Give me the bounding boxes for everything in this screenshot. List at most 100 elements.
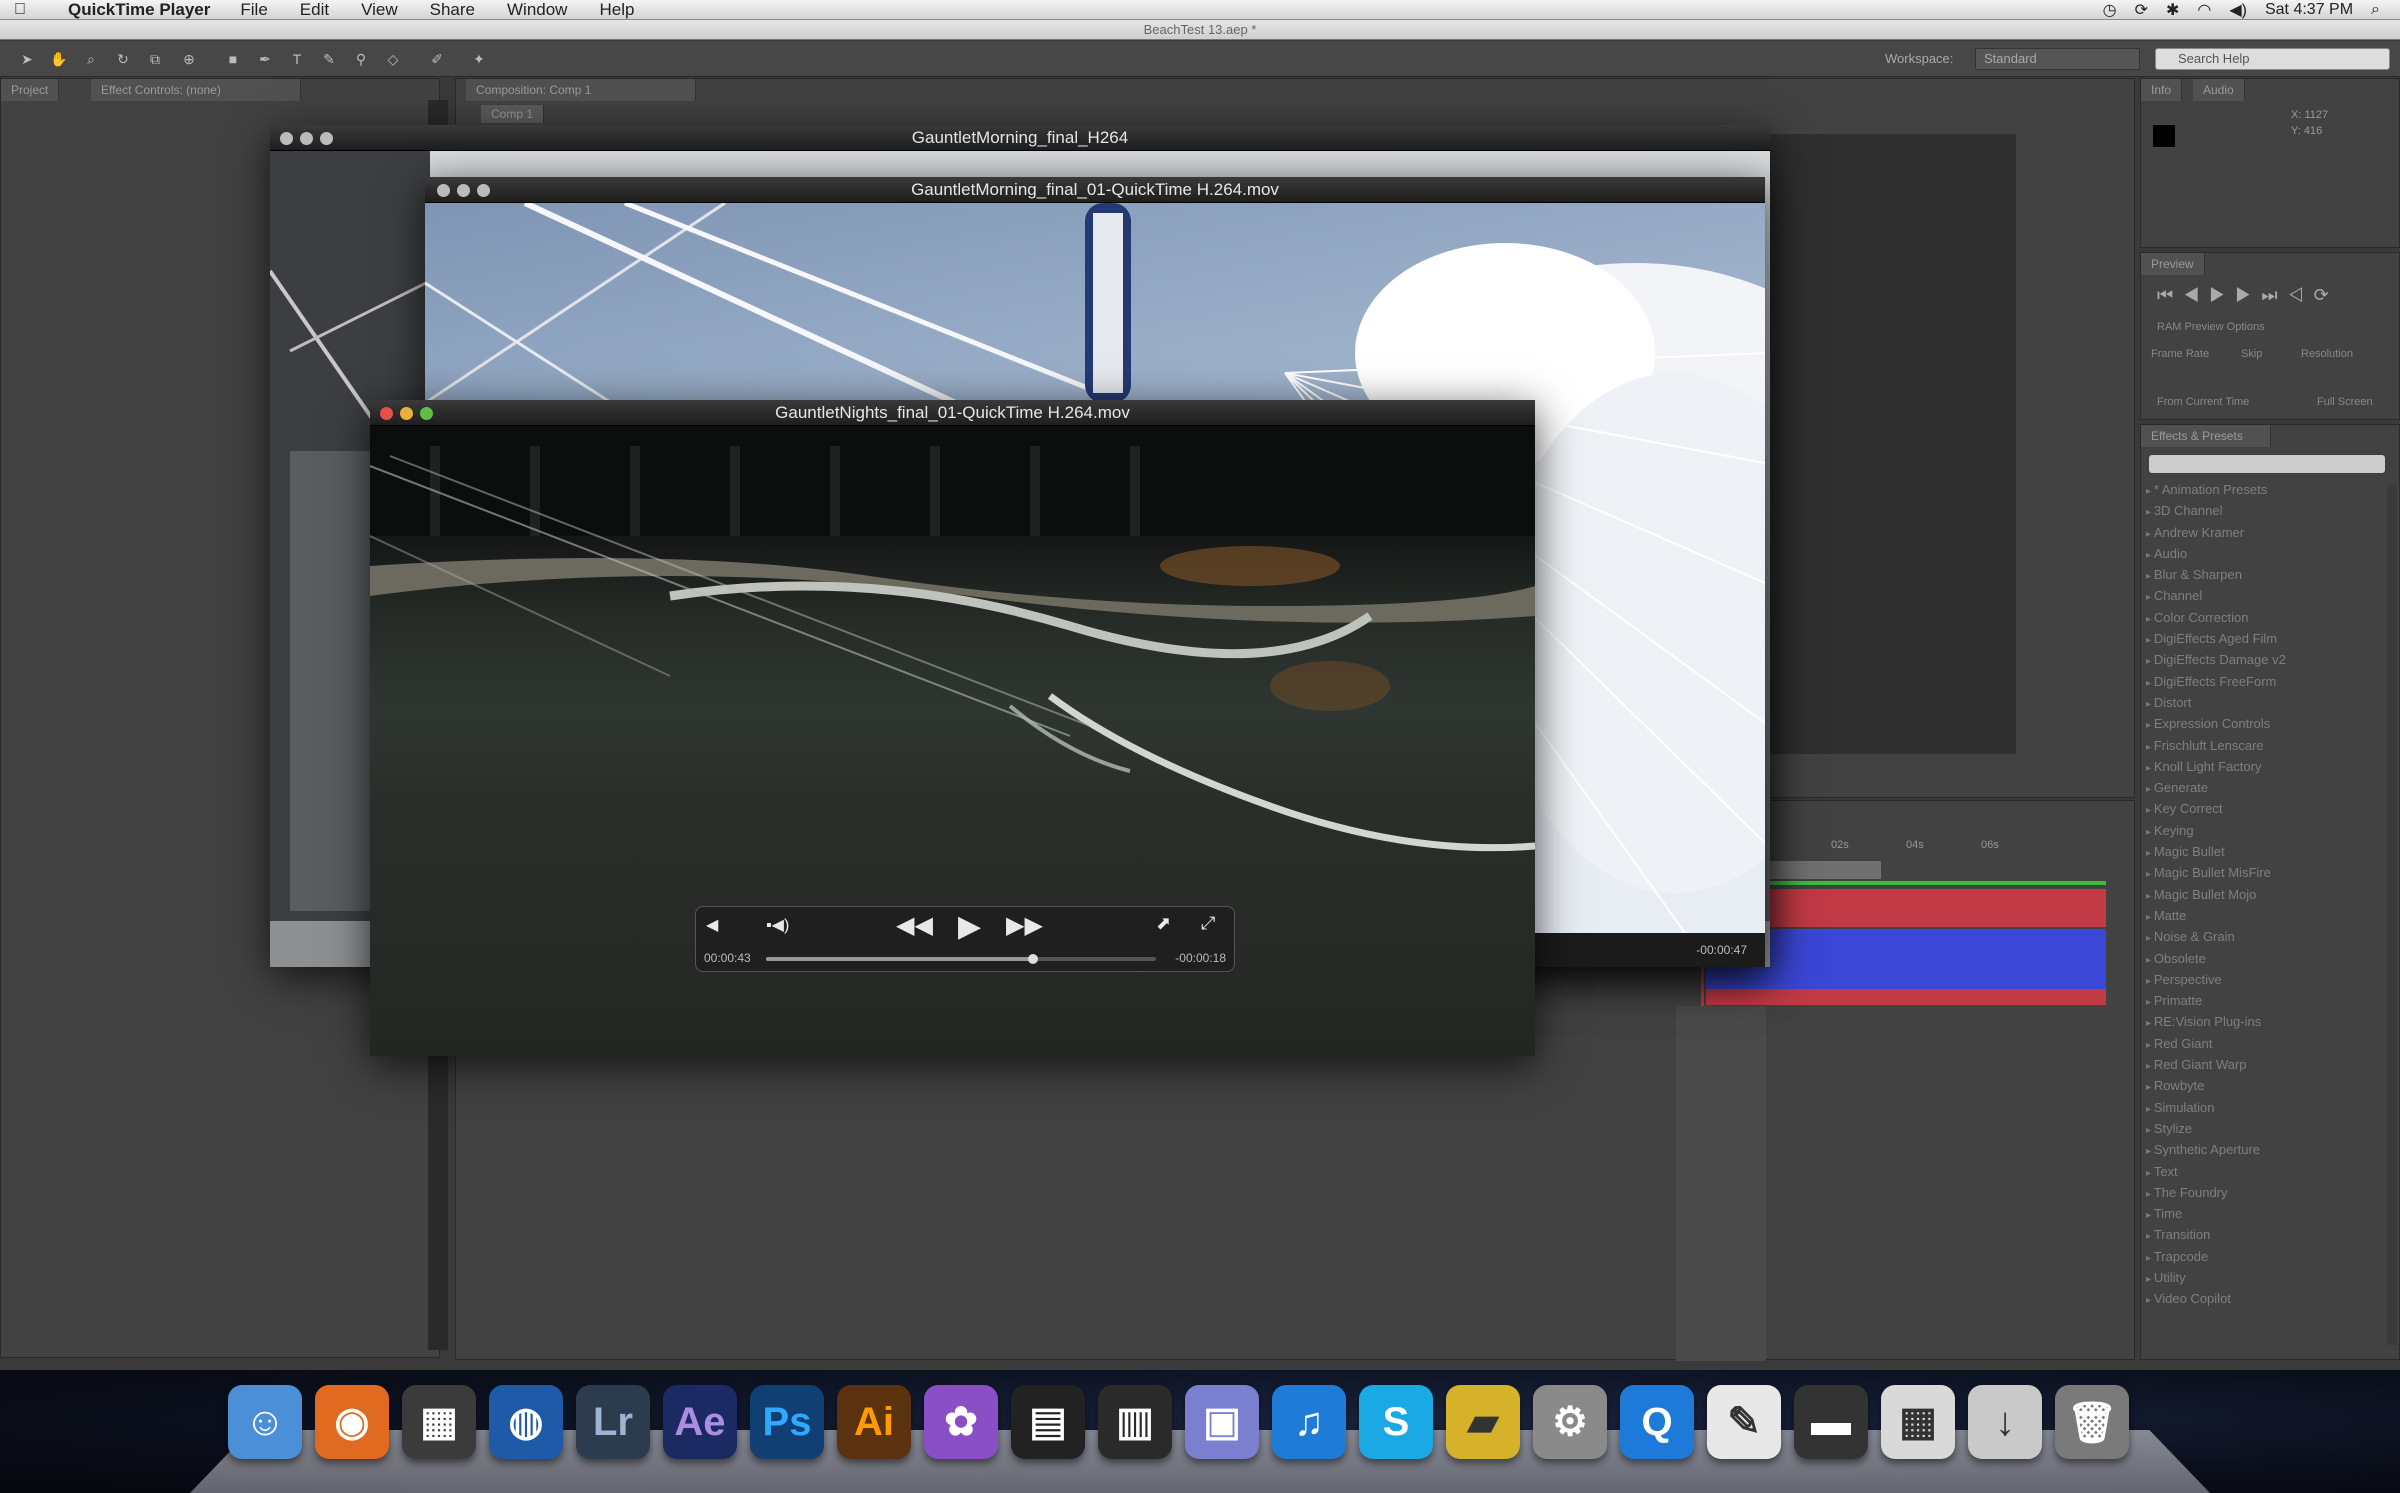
close-button[interactable] (437, 184, 450, 197)
clapper-icon[interactable]: ▬ (1794, 1385, 1868, 1459)
play-button-icon[interactable]: ▶ (958, 909, 981, 944)
camera-tool-icon[interactable]: ⧉ (146, 50, 164, 68)
effects-category-item[interactable]: Matte (2146, 905, 2376, 926)
qt-window-titlebar[interactable]: GauntletMorning_final_H264 (270, 125, 1770, 151)
effects-category-item[interactable]: Text (2146, 1161, 2376, 1182)
menu-share[interactable]: Share (430, 0, 475, 20)
minimize-button[interactable] (300, 132, 313, 145)
tab-info[interactable]: Info (2141, 79, 2183, 101)
hand-tool-icon[interactable]: ✋ (50, 50, 68, 68)
roto-brush-tool-icon[interactable]: ✐ (428, 50, 446, 68)
effects-category-item[interactable]: Transition (2146, 1224, 2376, 1245)
timemachine-icon[interactable]: ◷ (2103, 0, 2117, 20)
tab-effect-controls[interactable]: Effect Controls: (none) (91, 79, 301, 101)
system-preferences-icon[interactable]: ⚙ (1533, 1385, 1607, 1459)
firefox-icon[interactable]: ◉ (315, 1385, 389, 1459)
effects-category-item[interactable]: Blur & Sharpen (2146, 564, 2376, 585)
menu-window[interactable]: Window (507, 0, 567, 20)
effects-scrollbar[interactable] (2387, 485, 2397, 1345)
zoom-button[interactable] (477, 184, 490, 197)
scrubber-track[interactable] (766, 954, 1156, 964)
eraser-tool-icon[interactable]: ◇ (384, 50, 402, 68)
selection-tool-icon[interactable]: ➤ (18, 50, 36, 68)
aftereffects-icon[interactable]: Ae (663, 1385, 737, 1459)
rewind-button-icon[interactable]: ◀◀ (896, 911, 933, 940)
finalcut-icon[interactable]: ▤ (1011, 1385, 1085, 1459)
volume-icon[interactable]: ◀) (2229, 0, 2247, 20)
effects-category-item[interactable]: Magic Bullet Mojo (2146, 884, 2376, 905)
iphoto-icon[interactable]: ▦ (402, 1385, 476, 1459)
skype-icon[interactable]: S (1359, 1385, 1433, 1459)
effects-category-item[interactable]: Primatte (2146, 990, 2376, 1011)
effects-category-item[interactable]: Red Giant (2146, 1033, 2376, 1054)
puppet-tool-icon[interactable]: ✦ (470, 50, 488, 68)
effects-category-item[interactable]: Red Giant Warp (2146, 1054, 2376, 1075)
effects-category-item[interactable]: Synthetic Aperture (2146, 1139, 2376, 1160)
effects-category-item[interactable]: Distort (2146, 692, 2376, 713)
tab-composition[interactable]: Composition: Comp 1 (466, 79, 696, 101)
effects-category-item[interactable]: Utility (2146, 1267, 2376, 1288)
textedit-icon[interactable]: ✎ (1707, 1385, 1781, 1459)
fast-forward-button-icon[interactable]: ▶▶ (1006, 911, 1043, 940)
apple-menu-icon[interactable]:  (0, 1, 40, 19)
effects-category-item[interactable]: Obsolete (2146, 948, 2376, 969)
effects-category-item[interactable]: Frischluft Lenscare (2146, 735, 2376, 756)
effects-category-item[interactable]: Video Copilot (2146, 1288, 2376, 1309)
pen-tool-icon[interactable]: ✒ (256, 50, 274, 68)
type-tool-icon[interactable]: T (288, 50, 306, 68)
effects-category-item[interactable]: 3D Channel (2146, 500, 2376, 521)
effects-category-item[interactable]: Trapcode (2146, 1246, 2376, 1267)
zoom-button[interactable] (420, 407, 433, 420)
close-button[interactable] (280, 132, 293, 145)
from-current-time-checkbox[interactable]: From Current Time (2157, 396, 2249, 408)
effects-category-item[interactable]: Andrew Kramer (2146, 522, 2376, 543)
tab-project[interactable]: Project (1, 79, 60, 101)
effects-category-item[interactable]: DigiEffects FreeForm (2146, 671, 2376, 692)
qt-window-titlebar[interactable]: GauntletNights_final_01-QuickTime H.264.… (370, 400, 1535, 426)
compressor-icon[interactable]: ▣ (1185, 1385, 1259, 1459)
zoom-tool-icon[interactable]: ⌕ (82, 50, 100, 68)
effects-category-item[interactable]: Magic Bullet (2146, 841, 2376, 862)
menu-help[interactable]: Help (599, 0, 634, 20)
effects-category-item[interactable]: Generate (2146, 777, 2376, 798)
effects-category-item[interactable]: DigiEffects Aged Film (2146, 628, 2376, 649)
pan-behind-tool-icon[interactable]: ⊕ (180, 50, 198, 68)
effects-category-item[interactable]: Key Correct (2146, 798, 2376, 819)
downloads-stack-icon[interactable]: ↓ (1968, 1385, 2042, 1459)
mask-tool-icon[interactable]: ■ (224, 50, 242, 68)
bluetooth-icon[interactable]: ✱ (2166, 0, 2179, 20)
effects-category-item[interactable]: Magic Bullet MisFire (2146, 862, 2376, 883)
sync-icon[interactable]: ⟳ (2135, 0, 2148, 20)
menu-app-name[interactable]: QuickTime Player (68, 0, 210, 20)
effects-category-item[interactable]: Time (2146, 1203, 2376, 1224)
rotate-tool-icon[interactable]: ↻ (114, 50, 132, 68)
effects-category-item[interactable]: Keying (2146, 820, 2376, 841)
menu-edit[interactable]: Edit (300, 0, 329, 20)
spotlight-icon[interactable]: ⌕ (2371, 1, 2380, 19)
menu-clock[interactable]: Sat 4:37 PM (2265, 1, 2353, 19)
tab-audio[interactable]: Audio (2193, 79, 2245, 101)
effects-category-item[interactable]: Knoll Light Factory (2146, 756, 2376, 777)
effects-category-item[interactable]: Perspective (2146, 969, 2376, 990)
effects-category-item[interactable]: The Foundry (2146, 1182, 2376, 1203)
photoshop-icon[interactable]: Ps (750, 1385, 824, 1459)
effects-category-item[interactable]: Simulation (2146, 1097, 2376, 1118)
wifi-icon[interactable]: ◠ (2197, 0, 2211, 20)
menu-file[interactable]: File (240, 0, 267, 20)
brush-tool-icon[interactable]: ✎ (320, 50, 338, 68)
effects-category-item[interactable]: Rowbyte (2146, 1075, 2376, 1096)
tab-effects-presets[interactable]: Effects & Presets (2141, 425, 2271, 447)
effects-category-item[interactable]: Channel (2146, 585, 2376, 606)
effects-category-item[interactable]: Audio (2146, 543, 2376, 564)
clapboard-icon[interactable]: ▥ (1098, 1385, 1172, 1459)
tab-comp-1[interactable]: Comp 1 (481, 105, 545, 123)
minimize-button[interactable] (457, 184, 470, 197)
effects-category-item[interactable]: Color Correction (2146, 607, 2376, 628)
zoom-button[interactable] (320, 132, 333, 145)
volume-low-icon[interactable]: ◀ (706, 915, 718, 935)
effects-category-item[interactable]: DigiEffects Damage v2 (2146, 649, 2376, 670)
menu-view[interactable]: View (361, 0, 398, 20)
minimize-button[interactable] (400, 407, 413, 420)
effects-category-item[interactable]: Noise & Grain (2146, 926, 2376, 947)
fullscreen-button-icon[interactable]: ⤢ (1201, 913, 1215, 934)
